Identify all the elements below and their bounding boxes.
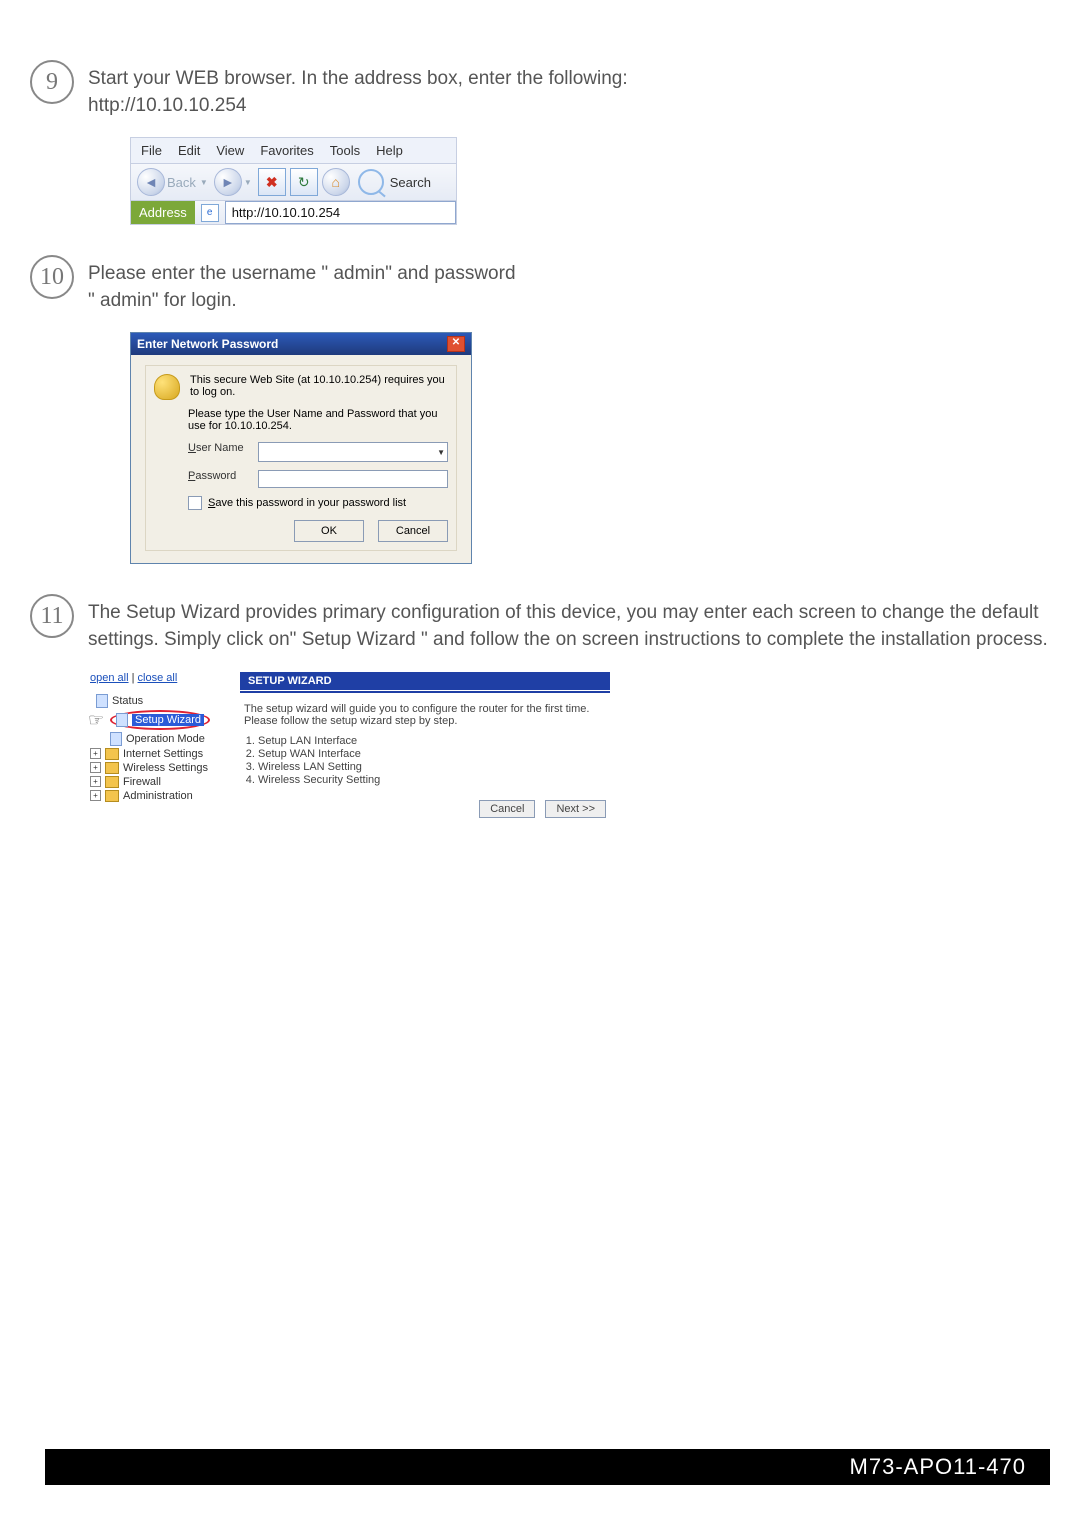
chevron-down-icon-2[interactable]: ▼ bbox=[244, 178, 252, 187]
tree-internet-settings[interactable]: Internet Settings bbox=[123, 748, 203, 760]
folder-icon-2 bbox=[105, 762, 119, 774]
page-icon: e bbox=[201, 204, 219, 222]
password-dialog: Enter Network Password ✕ This secure Web… bbox=[130, 332, 472, 564]
wizard-next-button[interactable]: Next >> bbox=[545, 800, 606, 818]
menu-view[interactable]: View bbox=[216, 143, 244, 158]
folder-icon-4 bbox=[105, 790, 119, 802]
file-icon bbox=[96, 694, 108, 708]
footer-code: M73-APO11-470 bbox=[45, 1449, 1050, 1485]
address-label: Address bbox=[131, 201, 195, 224]
tree-setup-highlight: Setup Wizard bbox=[110, 710, 210, 730]
menu-help[interactable]: Help bbox=[376, 143, 403, 158]
expand-icon[interactable]: + bbox=[90, 748, 101, 759]
cancel-button[interactable]: Cancel bbox=[378, 520, 448, 542]
expand-icon-2[interactable]: + bbox=[90, 762, 101, 773]
close-icon[interactable]: ✕ bbox=[447, 336, 465, 352]
stop-icon[interactable]: ✖ bbox=[258, 168, 286, 196]
wizard-cancel-button[interactable]: Cancel bbox=[479, 800, 535, 818]
file-icon-3 bbox=[110, 732, 122, 746]
back-icon[interactable]: ◄ bbox=[137, 168, 165, 196]
chevron-down-icon[interactable]: ▼ bbox=[200, 178, 208, 187]
step-number-11: 11 bbox=[30, 594, 74, 638]
save-password-label: Save this password in your password list bbox=[208, 497, 406, 509]
menu-file[interactable]: File bbox=[141, 143, 162, 158]
tree-administration[interactable]: Administration bbox=[123, 790, 193, 802]
tree-operation-mode[interactable]: Operation Mode bbox=[126, 733, 205, 745]
wizard-step-2: Setup WAN Interface bbox=[258, 748, 606, 760]
step-text-9: Start your WEB browser. In the address b… bbox=[88, 60, 628, 119]
wizard-intro: The setup wizard will guide you to confi… bbox=[244, 703, 606, 727]
key-icon bbox=[154, 374, 180, 400]
step-number-9: 9 bbox=[30, 60, 74, 104]
save-password-checkbox[interactable] bbox=[188, 496, 202, 510]
step-text-10: Please enter the username " admin" and p… bbox=[88, 255, 516, 314]
search-icon[interactable] bbox=[358, 169, 384, 195]
menu-edit[interactable]: Edit bbox=[178, 143, 200, 158]
back-label[interactable]: Back bbox=[167, 175, 196, 190]
browser-mock: File Edit View Favorites Tools Help ◄ Ba… bbox=[130, 137, 457, 225]
tree-setup-wizard[interactable]: Setup Wizard bbox=[132, 714, 204, 726]
step-number-10: 10 bbox=[30, 255, 74, 299]
step-text-11: The Setup Wizard provides primary config… bbox=[88, 594, 1050, 653]
tree-wireless-settings[interactable]: Wireless Settings bbox=[123, 762, 208, 774]
forward-icon[interactable]: ► bbox=[214, 168, 242, 196]
open-all-link[interactable]: open all bbox=[90, 672, 129, 684]
chevron-down-icon-3: ▼ bbox=[437, 448, 445, 457]
username-label: User Name bbox=[188, 442, 258, 454]
wizard-title: SETUP WIZARD bbox=[240, 672, 610, 690]
wizard-step-1: Setup LAN Interface bbox=[258, 735, 606, 747]
menu-favorites[interactable]: Favorites bbox=[260, 143, 313, 158]
tree-firewall[interactable]: Firewall bbox=[123, 776, 161, 788]
folder-icon-3 bbox=[105, 776, 119, 788]
close-all-link[interactable]: close all bbox=[138, 672, 178, 684]
password-input[interactable] bbox=[258, 470, 448, 488]
expand-icon-4[interactable]: + bbox=[90, 790, 101, 801]
folder-icon bbox=[105, 748, 119, 760]
dialog-text-1: This secure Web Site (at 10.10.10.254) r… bbox=[190, 374, 448, 398]
dialog-title: Enter Network Password bbox=[137, 337, 278, 351]
password-label: Password bbox=[188, 470, 258, 482]
ok-button[interactable]: OK bbox=[294, 520, 364, 542]
menu-tools[interactable]: Tools bbox=[330, 143, 360, 158]
dialog-text-2: Please type the User Name and Password t… bbox=[188, 408, 448, 432]
expand-icon-3[interactable]: + bbox=[90, 776, 101, 787]
username-input[interactable]: ▼ bbox=[258, 442, 448, 462]
wizard-step-3: Wireless LAN Setting bbox=[258, 761, 606, 773]
wizard-step-4: Wireless Security Setting bbox=[258, 774, 606, 786]
home-icon[interactable]: ⌂ bbox=[322, 168, 350, 196]
tree-status[interactable]: Status bbox=[112, 695, 143, 707]
file-icon-2 bbox=[116, 713, 128, 727]
search-label[interactable]: Search bbox=[390, 175, 431, 190]
refresh-icon[interactable]: ↻ bbox=[290, 168, 318, 196]
address-input[interactable]: http://10.10.10.254 bbox=[225, 201, 456, 224]
pointer-icon bbox=[90, 716, 110, 730]
